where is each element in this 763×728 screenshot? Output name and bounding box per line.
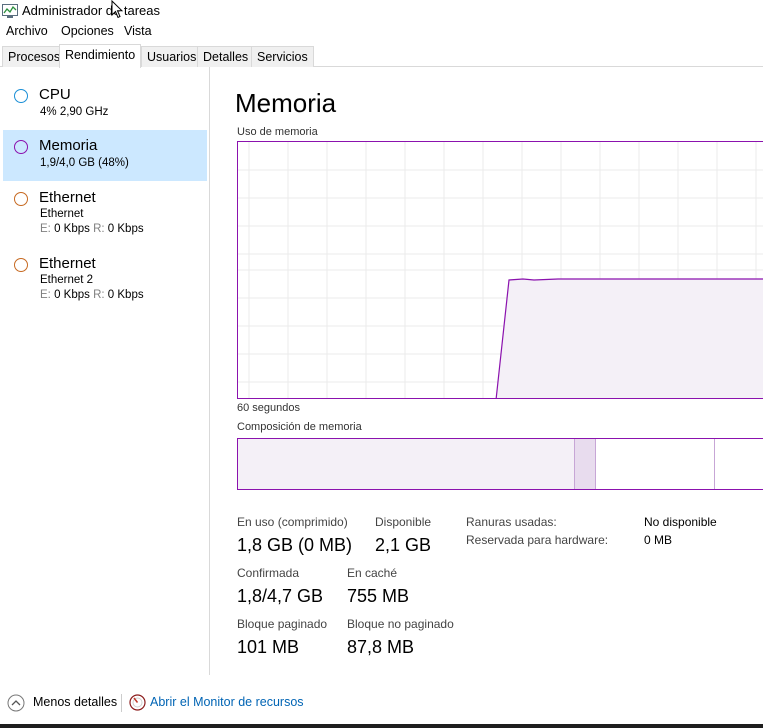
nonpaged-pool-label: Bloque no paginado xyxy=(347,617,454,631)
hardware-reserved-value: 0 MB xyxy=(644,533,673,547)
mouse-cursor-icon xyxy=(111,0,123,19)
memory-indicator-icon xyxy=(14,140,28,154)
footer-divider xyxy=(121,694,122,712)
sidebar-item-title: Ethernet xyxy=(39,189,96,206)
menu-vista[interactable]: Vista xyxy=(124,24,152,38)
composition-standby xyxy=(596,439,715,489)
task-manager-icon xyxy=(2,4,18,18)
sidebar-item-title: CPU xyxy=(39,86,71,103)
slots-used-label: Ranuras usadas: xyxy=(466,515,557,529)
chevron-up-icon[interactable] xyxy=(7,694,25,712)
tab-procesos[interactable]: Procesos xyxy=(2,46,67,67)
menu-bar: Archivo Opciones Vista xyxy=(0,22,763,42)
taskbar-edge xyxy=(0,724,763,728)
tab-servicios[interactable]: Servicios xyxy=(251,46,314,67)
paged-pool-value: 101 MB xyxy=(237,637,300,657)
time-axis-label: 60 segundos xyxy=(237,402,300,414)
cpu-indicator-icon xyxy=(14,89,28,103)
tab-detalles[interactable]: Detalles xyxy=(197,46,255,67)
sidebar-item-subtitle: Ethernet 2 xyxy=(40,274,94,286)
ethernet-indicator-icon xyxy=(14,258,28,272)
tab-bar: Procesos Rendimiento Usuarios Detalles S… xyxy=(0,44,763,68)
ethernet-indicator-icon xyxy=(14,192,28,206)
window-title: Administrador de tareas xyxy=(22,3,161,18)
composition-modified xyxy=(575,439,596,489)
nonpaged-pool-value: 87,8 MB xyxy=(347,637,415,657)
available-label: Disponible xyxy=(375,515,432,529)
memory-usage-chart xyxy=(238,142,763,398)
tab-usuarios[interactable]: Usuarios xyxy=(141,46,203,67)
menu-archivo[interactable]: Archivo xyxy=(6,24,48,38)
memory-composition-bar xyxy=(237,438,763,490)
hardware-reserved-label: Reservada para hardware: xyxy=(466,533,609,547)
sidebar-item-memoria[interactable]: Memoria 1,9/4,0 GB (48%) xyxy=(3,130,207,181)
menu-opciones[interactable]: Opciones xyxy=(61,24,114,38)
performance-sidebar: CPU 4% 2,90 GHz Memoria 1,9/4,0 GB (48%)… xyxy=(0,67,210,675)
sidebar-item-subtitle: 1,9/4,0 GB (48%) xyxy=(40,157,129,169)
footer-bar: Menos detalles Abrir el Monitor de recur… xyxy=(0,690,763,716)
sidebar-item-throughput: E: 0 Kbps R: 0 Kbps xyxy=(40,289,144,301)
less-details-button[interactable]: Menos detalles xyxy=(33,695,117,709)
sidebar-item-subtitle: Ethernet xyxy=(40,208,84,220)
paged-pool-label: Bloque paginado xyxy=(237,617,328,631)
sidebar-item-ethernet[interactable]: Ethernet Ethernet E: 0 Kbps R: 0 Kbps xyxy=(3,185,207,245)
available-value: 2,1 GB xyxy=(375,535,432,555)
sidebar-item-title: Memoria xyxy=(39,137,98,154)
committed-value: 1,8/4,7 GB xyxy=(237,586,324,606)
composition-in-use xyxy=(238,439,575,489)
cached-value: 755 MB xyxy=(347,586,410,606)
in-use-label: En uso (comprimido) xyxy=(237,515,348,529)
sidebar-item-cpu[interactable]: CPU 4% 2,90 GHz xyxy=(3,79,207,127)
graph-label: Uso de memoria xyxy=(237,126,318,138)
sidebar-item-subtitle: 4% 2,90 GHz xyxy=(40,106,109,118)
sidebar-item-title: Ethernet xyxy=(39,255,96,272)
in-use-value: 1,8 GB (0 MB) xyxy=(237,535,353,555)
slots-used-value: No disponible xyxy=(644,515,717,529)
title-bar: Administrador de tareas xyxy=(0,0,763,22)
composition-free xyxy=(715,439,763,489)
page-title: Memoria xyxy=(235,88,337,118)
committed-label: Confirmada xyxy=(237,566,300,580)
sidebar-item-ethernet-2[interactable]: Ethernet Ethernet 2 E: 0 Kbps R: 0 Kbps xyxy=(3,251,207,311)
sidebar-item-throughput: E: 0 Kbps R: 0 Kbps xyxy=(40,223,144,235)
resource-monitor-icon[interactable] xyxy=(129,694,146,711)
cached-label: En caché xyxy=(347,566,398,580)
composition-label: Composición de memoria xyxy=(237,421,362,433)
open-resource-monitor-link[interactable]: Abrir el Monitor de recursos xyxy=(150,695,304,709)
tab-rendimiento[interactable]: Rendimiento xyxy=(59,44,142,68)
memory-usage-graph xyxy=(237,141,763,399)
